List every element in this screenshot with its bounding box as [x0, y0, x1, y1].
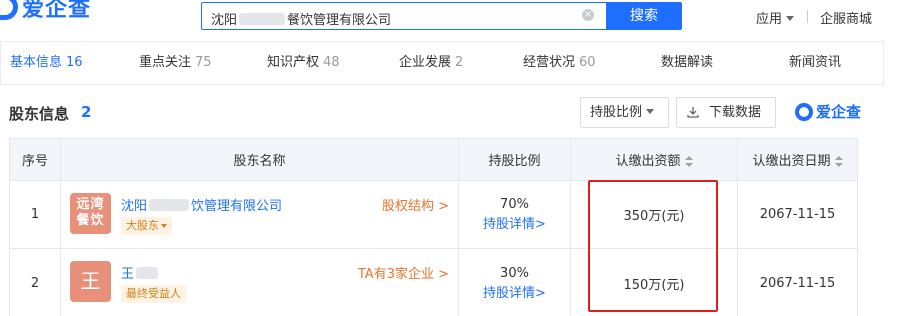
section-title: 股东信息: [9, 105, 70, 123]
avatar: 远湾 餐饮: [70, 193, 111, 234]
apps-menu[interactable]: 应用: [756, 8, 795, 27]
tab-basic-info[interactable]: 基本信息 16: [10, 42, 83, 84]
holder: 远湾 餐饮 沈阳 饮管理有限公司 大股东 股权结构 >: [69, 193, 449, 239]
tab-count: 48: [323, 55, 340, 70]
amount-cell: 350万(元): [570, 180, 738, 249]
top-bar: 爱企查 沈阳 餐饮管理有限公司 × 搜索 应用 企服商城: [0, 0, 900, 36]
tab-ip[interactable]: 知识产权 48: [267, 42, 340, 84]
holder-name-suffix: 饮管理有限公司: [191, 199, 283, 214]
date-cell: 2067-11-15: [737, 180, 858, 249]
tab-operations[interactable]: 经营状况 60: [523, 42, 596, 84]
tag-label: 大股东: [126, 219, 159, 232]
tab-development[interactable]: 企业发展 2: [399, 42, 463, 84]
row-index: 1: [9, 180, 61, 249]
divider: [807, 10, 808, 23]
holding-detail-link[interactable]: 持股详情>: [459, 284, 570, 304]
tab-label: 重点关注: [139, 55, 192, 70]
tab-label: 经营状况: [523, 55, 576, 70]
tab-news[interactable]: 新闻资讯: [789, 42, 841, 84]
tab-count: 16: [66, 55, 83, 70]
related-companies-link[interactable]: TA有3家企业 >: [358, 263, 449, 282]
download-label: 下载数据: [709, 105, 762, 120]
beneficiary-tag: 最终受益人: [121, 285, 186, 303]
header-holder-name: 股东名称: [60, 138, 459, 181]
logo-text: 爱企查: [22, 0, 92, 22]
watermark-text: 爱企查: [816, 103, 862, 121]
holder-name-link[interactable]: 王: [121, 263, 160, 282]
holder: 王 王 最终受益人 TA有3家企业 >: [69, 261, 449, 307]
shareholder-table: 序号 股东名称 持股比例 认缴出资额 认缴出资日期 1 远湾 餐饮 沈阳 饮管理有…: [9, 138, 858, 316]
table-header-row: 序号 股东名称 持股比例 认缴出资额 认缴出资日期: [9, 138, 858, 181]
table-row: 1 远湾 餐饮 沈阳 饮管理有限公司 大股东 股权结构 > 70% 持股详情> 3…: [9, 180, 858, 249]
holder-name-prefix: 王: [121, 267, 135, 282]
date-cell: 2067-11-15: [737, 248, 858, 316]
header-date-label: 认缴出资日期: [752, 154, 831, 169]
header-amount-label: 认缴出资额: [615, 154, 681, 169]
chevron-down-icon: [161, 224, 167, 228]
logo[interactable]: 爱企查: [0, 0, 91, 22]
sort-icon[interactable]: [684, 156, 693, 167]
ratio-value: 30%: [500, 265, 529, 281]
apps-menu-label: 应用: [756, 12, 783, 27]
redaction-blur: [239, 13, 286, 25]
holder-cell: 王 王 最终受益人 TA有3家企业 >: [60, 248, 459, 316]
table-row: 2 王 王 最终受益人 TA有3家企业 > 30% 持股详情> 150万(元) …: [9, 248, 858, 316]
tab-bar: 基本信息 16 重点关注 75 知识产权 48 企业发展 2 经营状况 60 数据解读 新…: [0, 41, 884, 85]
redaction-blur: [149, 199, 190, 211]
search-input-value: 沈阳 餐饮管理有限公司: [211, 9, 391, 28]
tab-key-concerns[interactable]: 重点关注 75: [139, 42, 212, 84]
tab-label: 数据解读: [661, 55, 714, 70]
amount-cell: 150万(元): [570, 248, 738, 316]
search-value-prefix: 沈阳: [211, 13, 238, 28]
ratio-cell: 70% 持股详情>: [458, 180, 571, 249]
major-holder-tag[interactable]: 大股东: [121, 217, 172, 235]
holder-name-prefix: 沈阳: [121, 199, 148, 214]
holder-name-link[interactable]: 沈阳 饮管理有限公司: [121, 195, 282, 214]
search-value-suffix: 餐饮管理有限公司: [287, 13, 392, 28]
close-circle-icon[interactable]: ×: [582, 9, 594, 21]
download-icon: [687, 107, 699, 118]
row-index: 2: [9, 248, 61, 316]
tab-label: 基本信息: [10, 55, 63, 70]
tab-label: 知识产权: [267, 55, 320, 70]
chevron-down-icon: [786, 16, 795, 21]
chevron-down-icon: [646, 109, 655, 114]
mall-link[interactable]: 企服商城: [820, 8, 872, 27]
redaction-blur: [136, 267, 159, 279]
section-count: 2: [81, 103, 92, 121]
avatar-line: 远湾: [76, 197, 105, 212]
tab-label: 新闻资讯: [789, 55, 842, 70]
tab-count: 75: [195, 55, 212, 70]
ratio-filter-label: 持股比例: [590, 105, 643, 120]
header-ratio: 持股比例: [458, 138, 571, 181]
tab-count: 60: [579, 55, 596, 70]
search-button[interactable]: 搜索: [606, 2, 682, 30]
tab-label: 企业发展: [399, 55, 452, 70]
header-amount[interactable]: 认缴出资额: [570, 138, 738, 181]
ratio-value: 70%: [500, 196, 529, 212]
logo-icon: [795, 102, 813, 121]
brand-watermark: 爱企查: [795, 101, 861, 122]
avatar: 王: [70, 261, 111, 302]
ratio-filter-dropdown[interactable]: 持股比例: [580, 97, 669, 128]
holding-detail-link[interactable]: 持股详情>: [459, 215, 570, 235]
tab-count: 2: [455, 55, 464, 70]
holder-cell: 远湾 餐饮 沈阳 饮管理有限公司 大股东 股权结构 >: [60, 180, 459, 249]
search-input[interactable]: 沈阳 餐饮管理有限公司: [201, 2, 606, 30]
sort-icon[interactable]: [834, 156, 843, 167]
avatar-line: 餐饮: [76, 213, 105, 228]
logo-icon: [0, 0, 18, 20]
ratio-cell: 30% 持股详情>: [458, 248, 571, 316]
header-date[interactable]: 认缴出资日期: [737, 138, 858, 181]
equity-structure-link[interactable]: 股权结构 >: [382, 195, 449, 214]
tab-data-insight[interactable]: 数据解读: [661, 42, 713, 84]
header-index: 序号: [9, 138, 61, 181]
download-button[interactable]: 下载数据: [676, 97, 776, 128]
